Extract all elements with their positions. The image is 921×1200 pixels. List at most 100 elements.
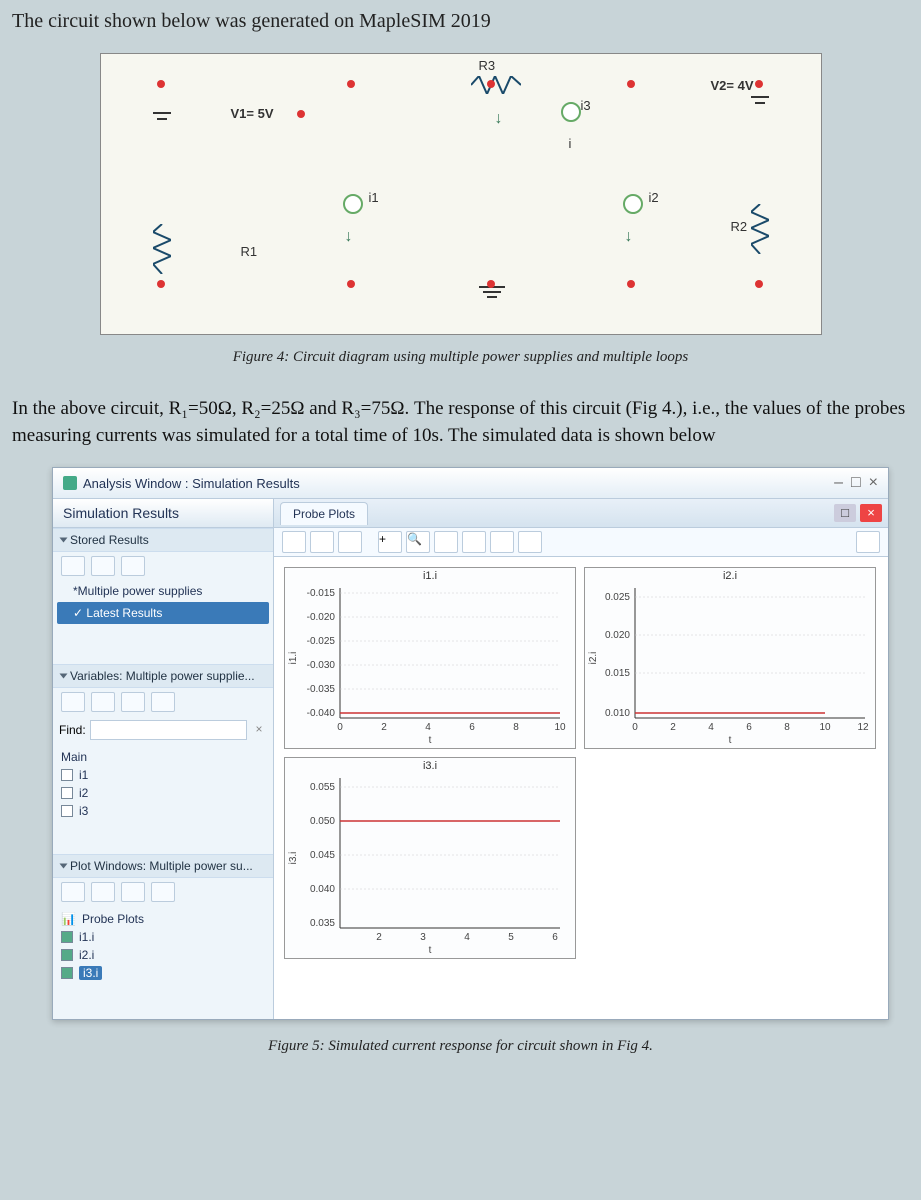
- probe-i2: [623, 194, 643, 214]
- tool-button[interactable]: [91, 556, 115, 576]
- tool-button[interactable]: [61, 882, 85, 902]
- sidebar-title[interactable]: Simulation Results: [53, 499, 273, 528]
- svg-text:10: 10: [554, 722, 566, 733]
- svg-text:2: 2: [670, 722, 676, 733]
- tool-button[interactable]: [61, 556, 85, 576]
- svg-text:5: 5: [508, 932, 514, 943]
- tool-button[interactable]: [91, 882, 115, 902]
- variable-i2[interactable]: i2: [61, 784, 265, 802]
- clear-icon[interactable]: ×: [251, 722, 267, 738]
- svg-text:-0.035: -0.035: [307, 684, 336, 695]
- svg-text:6: 6: [469, 722, 475, 733]
- svg-text:0.010: 0.010: [605, 708, 630, 719]
- toolbar-button[interactable]: [518, 531, 542, 553]
- plot-windows-tools: [53, 878, 273, 906]
- analysis-window: Analysis Window : Simulation Results – □…: [52, 467, 889, 1020]
- variables-header[interactable]: Variables: Multiple power supplie...: [53, 664, 273, 688]
- svg-text:10: 10: [819, 722, 831, 733]
- toolbar-button[interactable]: [490, 531, 514, 553]
- svg-text:4: 4: [425, 722, 431, 733]
- svg-text:0.025: 0.025: [605, 592, 630, 603]
- circuit-diagram: V1= 5V V2= 4V R1 R3 R2 i1 ↓ i2 ↓ i3 i ↓: [100, 53, 822, 335]
- plot-i1[interactable]: i1.i i1.i t -0.015 -0.020 -0.025: [284, 567, 576, 749]
- tool-button[interactable]: [61, 692, 85, 712]
- svg-text:-0.015: -0.015: [307, 588, 336, 599]
- probe-i3: [561, 102, 581, 122]
- variables-tools: [53, 688, 273, 716]
- body-paragraph: In the above circuit, R₁=50Ω, R₂=25Ω and…: [12, 396, 909, 449]
- svg-text:0.045: 0.045: [310, 850, 335, 861]
- y-axis-label: i2.i: [588, 652, 599, 665]
- svg-text:8: 8: [784, 722, 790, 733]
- svg-text:0.040: 0.040: [310, 884, 335, 895]
- svg-text:-0.040: -0.040: [307, 708, 336, 719]
- svg-text:0.020: 0.020: [605, 630, 630, 641]
- plot-i3[interactable]: i3.i i3.i t 0.055 0.050 0.045 0.040: [284, 757, 576, 959]
- toolbar-button[interactable]: [310, 531, 334, 553]
- tool-button[interactable]: [151, 692, 175, 712]
- zoom-icon[interactable]: 🔍: [406, 531, 430, 553]
- plot-title: i1.i: [423, 570, 437, 582]
- r1-label: R1: [241, 244, 258, 259]
- tab-probe-plots[interactable]: Probe Plots: [280, 502, 368, 525]
- page-heading: The circuit shown below was generated on…: [12, 10, 909, 33]
- x-axis-label: t: [429, 735, 432, 746]
- plot-item-i3[interactable]: i3.i: [61, 964, 265, 982]
- plot-title: i2.i: [723, 570, 737, 582]
- minimize-button[interactable]: –: [834, 474, 843, 492]
- svg-text:4: 4: [464, 932, 470, 943]
- svg-text:0.035: 0.035: [310, 918, 335, 929]
- plot-i2[interactable]: i2.i i2.i t 0.025 0.020 0.015 0.010: [584, 567, 876, 749]
- i1-label: i1: [369, 190, 379, 205]
- tool-button[interactable]: [91, 692, 115, 712]
- toolbar-button[interactable]: [338, 531, 362, 553]
- variable-i1[interactable]: i1: [61, 766, 265, 784]
- i-label: i: [569, 136, 572, 151]
- find-input[interactable]: [90, 720, 247, 740]
- tool-button[interactable]: [151, 882, 175, 902]
- plot-item-i2[interactable]: i2.i: [61, 946, 265, 964]
- panel-close-button[interactable]: ×: [860, 504, 882, 522]
- i3-label: i3: [581, 98, 591, 113]
- stored-results-header[interactable]: Stored Results: [53, 528, 273, 552]
- toolbar-button[interactable]: [856, 531, 880, 553]
- svg-text:0: 0: [337, 722, 343, 733]
- svg-text:2: 2: [376, 932, 382, 943]
- plot-title: i3.i: [423, 760, 437, 772]
- tree-item-latest-results[interactable]: ✓ Latest Results: [57, 602, 269, 624]
- y-axis-label: i1.i: [288, 652, 299, 665]
- v1-label: V1= 5V: [231, 106, 274, 121]
- svg-text:6: 6: [746, 722, 752, 733]
- svg-text:0.015: 0.015: [605, 668, 630, 679]
- toolbar-button[interactable]: [434, 531, 458, 553]
- tool-button[interactable]: [121, 692, 145, 712]
- probe-i1: [343, 194, 363, 214]
- figure-5-caption: Figure 5: Simulated current response for…: [12, 1038, 909, 1055]
- svg-text:8: 8: [513, 722, 519, 733]
- svg-text:-0.030: -0.030: [307, 660, 336, 671]
- close-button[interactable]: ×: [869, 474, 878, 492]
- toolbar-button[interactable]: [462, 531, 486, 553]
- plot-toolbar: + 🔍: [274, 527, 888, 557]
- svg-text:0: 0: [632, 722, 638, 733]
- svg-text:0.055: 0.055: [310, 782, 335, 793]
- tool-button[interactable]: [121, 882, 145, 902]
- x-axis-label: t: [429, 945, 432, 956]
- tool-button[interactable]: [121, 556, 145, 576]
- r3-label: R3: [479, 58, 496, 73]
- sidebar: Simulation Results Stored Results *Multi…: [53, 499, 274, 1019]
- toolbar-button[interactable]: +: [378, 531, 402, 553]
- tree-item-project[interactable]: *Multiple power supplies: [53, 580, 273, 602]
- panel-minimize-button[interactable]: □: [834, 504, 856, 522]
- plot-item-i1[interactable]: i1.i: [61, 928, 265, 946]
- svg-text:4: 4: [708, 722, 714, 733]
- maximize-button[interactable]: □: [851, 474, 861, 492]
- toolbar-button[interactable]: [282, 531, 306, 553]
- svg-text:12: 12: [857, 722, 869, 733]
- arrow-down-icon: ↓: [495, 110, 503, 128]
- svg-text:3: 3: [420, 932, 426, 943]
- window-title: Analysis Window : Simulation Results: [83, 476, 300, 491]
- plot-window-probe-plots[interactable]: 📊 Probe Plots: [61, 910, 265, 928]
- variable-i3[interactable]: i3: [61, 802, 265, 820]
- plot-windows-header[interactable]: Plot Windows: Multiple power su...: [53, 854, 273, 878]
